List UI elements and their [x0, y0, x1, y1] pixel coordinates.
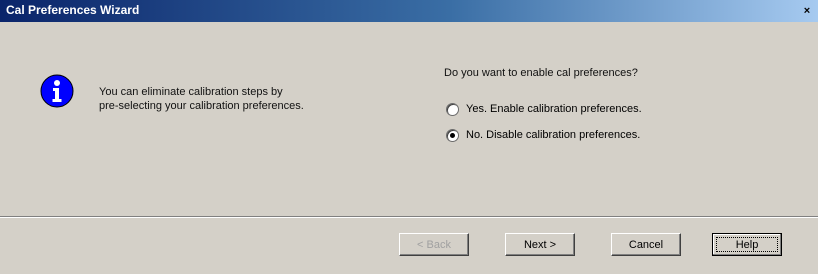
help-button[interactable]: Help [712, 233, 782, 256]
footer-separator [0, 216, 818, 218]
radio-option-yes[interactable]: Yes. Enable calibration preferences. [446, 101, 642, 117]
radio-no-label[interactable]: No. Disable calibration preferences. [466, 129, 640, 141]
radio-option-no[interactable]: No. Disable calibration preferences. [446, 127, 640, 143]
info-icon [40, 74, 74, 108]
window-title: Cal Preferences Wizard [6, 3, 140, 17]
next-button[interactable]: Next > [505, 233, 575, 256]
info-message-line-1: You can eliminate calibration steps by [99, 86, 283, 98]
prompt-question: Do you want to enable cal preferences? [444, 67, 638, 79]
cancel-button[interactable]: Cancel [611, 233, 681, 256]
help-focus-rect [716, 237, 778, 252]
wizard-window: Cal Preferences Wizard × You can elimina… [0, 0, 818, 274]
close-button[interactable]: × [802, 6, 812, 17]
title-bar[interactable]: Cal Preferences Wizard × [0, 0, 818, 22]
back-button[interactable]: < Back [399, 233, 469, 256]
info-message-line-2: pre-selecting your calibration preferenc… [99, 100, 304, 112]
radio-no-circle[interactable] [446, 128, 459, 142]
info-message: You can eliminate calibration steps by p… [99, 85, 379, 113]
radio-yes-label[interactable]: Yes. Enable calibration preferences. [466, 103, 642, 115]
radio-yes-circle[interactable] [446, 102, 459, 116]
